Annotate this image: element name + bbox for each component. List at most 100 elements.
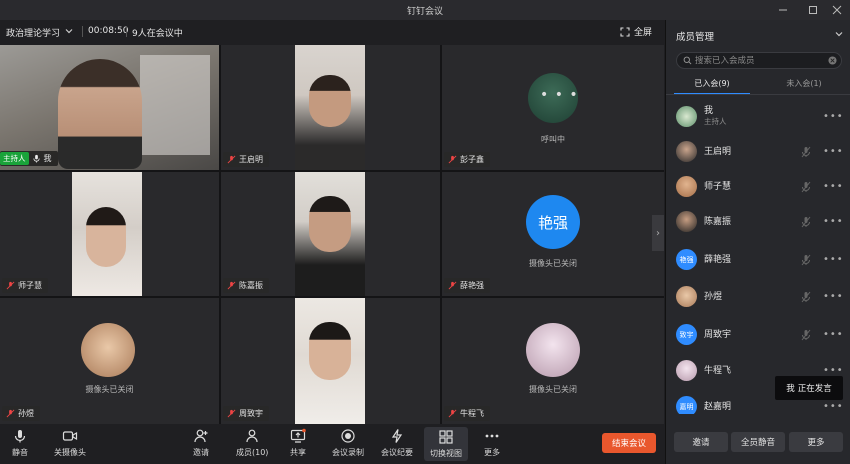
calling-dots-icon: • • • xyxy=(540,87,579,103)
member-item[interactable]: 孙煜 ••• xyxy=(666,282,850,312)
more-options-icon[interactable]: ••• xyxy=(823,254,844,265)
next-page-arrow-icon[interactable]: › xyxy=(652,215,664,251)
divider xyxy=(126,26,127,37)
more-options-icon[interactable]: ••• xyxy=(823,111,844,122)
avatar xyxy=(81,323,135,377)
mic-muted-icon xyxy=(448,409,457,418)
video-tile-zhouzhiyu[interactable]: 周致宇 xyxy=(221,298,440,424)
mute-all-button[interactable]: 全员静音 xyxy=(731,432,785,452)
more-options-icon[interactable]: ••• xyxy=(823,291,844,302)
window-title: 钉钉会议 xyxy=(406,7,443,17)
mic-muted-icon[interactable] xyxy=(801,329,811,341)
camera-label: 关摄像头 xyxy=(54,448,86,457)
member-item[interactable]: 我 主持人 ••• xyxy=(666,102,850,132)
more-options-icon[interactable]: ••• xyxy=(823,365,844,376)
end-meeting-button[interactable]: 结束会议 xyxy=(602,433,656,453)
share-button[interactable]: 共享 xyxy=(290,428,306,458)
close-icon[interactable] xyxy=(824,0,850,20)
tab-joined[interactable]: 已入会(9) xyxy=(666,76,758,94)
mic-muted-icon xyxy=(448,155,457,164)
mic-muted-icon[interactable] xyxy=(801,181,811,193)
grid-view-icon xyxy=(439,430,453,444)
mic-muted-icon[interactable] xyxy=(801,146,811,158)
camera-button[interactable]: 关摄像头 xyxy=(54,428,86,458)
member-tabs: 已入会(9) 未入会(1) xyxy=(666,76,850,94)
avatar xyxy=(676,106,697,127)
meeting-toolbar: 静音 关摄像头 邀请 成员(10) 共享 会议录制 会议纪要 切换视图 更多 结… xyxy=(0,424,664,464)
video-tile-niuchengfei[interactable]: 摄像头已关闭 牛程飞 xyxy=(442,298,664,424)
video-feed xyxy=(72,172,142,296)
panel-footer: 邀请 全员静音 更多 xyxy=(666,426,850,464)
more-button[interactable]: 更多 xyxy=(789,432,843,452)
video-tile-wangqiming[interactable]: 王启明 xyxy=(221,45,440,170)
mic-muted-icon xyxy=(227,281,236,290)
chevron-down-icon[interactable] xyxy=(64,26,74,36)
chevron-down-icon[interactable] xyxy=(834,29,844,39)
call-status: 呼叫中 xyxy=(541,135,565,144)
minutes-icon xyxy=(391,429,403,443)
more-options-icon[interactable]: ••• xyxy=(823,181,844,192)
member-item[interactable]: 王启明 ••• xyxy=(666,137,850,167)
meeting-name[interactable]: 政治理论学习 xyxy=(6,26,60,39)
more-options-icon[interactable]: ••• xyxy=(823,329,844,340)
video-tile-pengzixin[interactable]: • • • 呼叫中 彭子鑫 xyxy=(442,45,664,170)
tile-name: 陈嘉振 xyxy=(239,281,263,290)
switch-view-button[interactable]: 切换视图 xyxy=(424,427,468,461)
member-name: 孙煜 xyxy=(704,292,723,302)
tile-name: 周致宇 xyxy=(239,409,263,418)
minutes-button[interactable]: 会议纪要 xyxy=(381,428,413,458)
invite-button[interactable]: 邀请 xyxy=(193,428,209,458)
member-item[interactable]: 艳强 薛艳强 ••• xyxy=(666,245,850,275)
title-bar: 钉钉会议 xyxy=(0,0,850,20)
microphone-icon xyxy=(14,430,26,443)
tab-not-joined[interactable]: 未入会(1) xyxy=(758,76,850,94)
video-tile-sunyu[interactable]: 摄像头已关闭 孙煜 xyxy=(0,298,219,424)
members-label: 成员(10) xyxy=(236,448,269,457)
members-button[interactable]: 成员(10) xyxy=(236,428,268,458)
host-badge: 主持人 xyxy=(0,152,29,165)
invite-button[interactable]: 邀请 xyxy=(674,432,728,452)
more-options-icon[interactable]: ••• xyxy=(823,216,844,227)
fullscreen-icon xyxy=(620,26,630,37)
video-feed xyxy=(295,45,365,170)
record-icon xyxy=(341,429,355,443)
tile-name: 彭子鑫 xyxy=(460,155,484,164)
member-search-box xyxy=(676,52,842,69)
mute-button[interactable]: 静音 xyxy=(12,428,28,458)
member-item[interactable]: 师子慧 ••• xyxy=(666,172,850,202)
mic-muted-icon xyxy=(6,409,15,418)
minimize-icon[interactable] xyxy=(770,0,796,20)
panel-title: 成员管理 xyxy=(676,32,715,43)
avatar: 艳强 xyxy=(676,249,697,270)
member-name: 牛程飞 xyxy=(704,366,732,376)
mic-muted-icon[interactable] xyxy=(801,291,811,303)
mic-muted-icon[interactable] xyxy=(801,216,811,228)
fullscreen-button[interactable]: 全屏 xyxy=(620,25,652,38)
mic-muted-icon[interactable] xyxy=(801,254,811,266)
video-tile-me[interactable]: 主持人 我 xyxy=(0,45,219,170)
maximize-icon[interactable] xyxy=(800,0,826,20)
minutes-label: 会议纪要 xyxy=(381,448,413,457)
member-item[interactable]: 陈嘉振 ••• xyxy=(666,207,850,237)
camera-off-text: 摄像头已关闭 xyxy=(529,259,577,268)
member-search-input[interactable] xyxy=(695,55,825,67)
more-label: 更多 xyxy=(484,448,500,457)
record-button[interactable]: 会议录制 xyxy=(332,428,364,458)
member-item[interactable]: 致宇 周致宇 ••• xyxy=(666,320,850,350)
more-button[interactable]: 更多 xyxy=(484,428,500,458)
search-icon xyxy=(683,56,692,65)
video-tile-xueyanqiang[interactable]: 艳强 摄像头已关闭 薛艳强 xyxy=(442,172,664,296)
more-options-icon[interactable]: ••• xyxy=(823,146,844,157)
divider xyxy=(666,94,850,95)
member-name: 陈嘉振 xyxy=(704,217,732,227)
avatar xyxy=(676,141,697,162)
video-tile-shizihui[interactable]: 师子慧 xyxy=(0,172,219,296)
members-icon xyxy=(246,429,258,443)
video-tile-chenjiazhen[interactable]: 陈嘉振 xyxy=(221,172,440,296)
clear-icon[interactable] xyxy=(828,56,837,65)
more-options-icon[interactable]: ••• xyxy=(823,401,844,412)
invite-label: 邀请 xyxy=(193,448,209,457)
tile-namebar: 牛程飞 xyxy=(444,406,490,421)
tile-namebar: 彭子鑫 xyxy=(444,152,490,167)
switch-view-label: 切换视图 xyxy=(430,449,462,458)
